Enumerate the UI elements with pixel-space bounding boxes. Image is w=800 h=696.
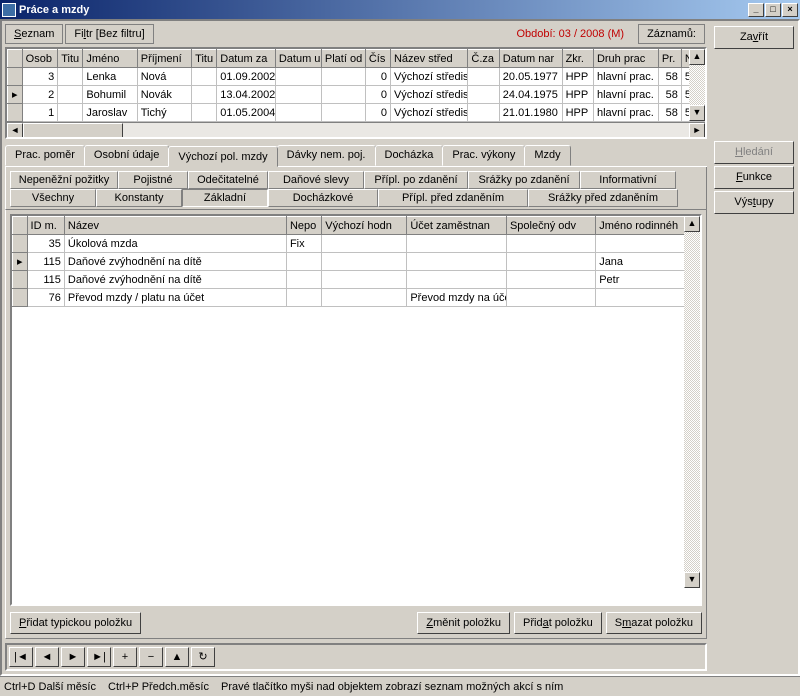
subtab-danove-slevy[interactable]: Daňové slevy	[268, 171, 364, 189]
col-spolecny-odv[interactable]: Společný odv	[506, 217, 595, 235]
seznam-button[interactable]: Seznam	[5, 24, 63, 44]
status-hint-1: Ctrl+D Další měsíc	[4, 681, 96, 693]
table-header-row: Osob Titu Jméno Příjmení Titu Datum za D…	[8, 50, 705, 68]
subtab-pripl-pred-zdanenim[interactable]: Přípl. před zdaněním	[378, 189, 528, 207]
col-pr[interactable]: Pr.	[658, 50, 681, 68]
subtab-srazky-po-zdaneni[interactable]: Srážky po zdanění	[468, 171, 580, 189]
table-row[interactable]: 115 Daňové zvýhodnění na dítě Petr	[13, 271, 700, 289]
zaznamu-button[interactable]: Záznamů:	[638, 24, 705, 44]
nav-delete-button[interactable]: −	[139, 647, 163, 667]
col-datumnar[interactable]: Datum nar	[499, 50, 562, 68]
col-titu2[interactable]: Titu	[192, 50, 217, 68]
tab-vychozi-pol-mzdy[interactable]: Výchozí pol. mzdy	[168, 146, 277, 167]
table-row[interactable]: 1 Jaroslav Tichý 01.05.2004 0 Výchozí st…	[8, 104, 705, 122]
main-tabs: Prac. poměr Osobní údaje Výchozí pol. mz…	[5, 145, 707, 167]
table-row[interactable]: ▸ 2 Bohumil Novák 13.04.2002 0 Výchozí s…	[8, 86, 705, 104]
subtab-pojistne[interactable]: Pojistné	[118, 171, 188, 189]
funkce-button[interactable]: Funkce	[714, 166, 794, 189]
app-icon	[2, 3, 16, 17]
subtab-informativni[interactable]: Informativní	[580, 171, 676, 189]
horizontal-scrollbar[interactable]: ◄ ►	[7, 122, 705, 138]
col-osob[interactable]: Osob	[22, 50, 58, 68]
pridat-polozku-button[interactable]: Přidat položku	[514, 612, 602, 634]
nav-edit-button[interactable]: ▲	[165, 647, 189, 667]
tab-prac-pomer[interactable]: Prac. poměr	[5, 145, 85, 166]
record-navigator: |◄ ◄ ► ►| + − ▲ ↻	[5, 643, 707, 671]
col-vychozi-hodn[interactable]: Výchozí hodn	[322, 217, 407, 235]
status-hint-3: Pravé tlačítko myši nad objektem zobrazí…	[221, 681, 563, 693]
scroll-down-icon[interactable]: ▼	[684, 572, 700, 588]
scroll-thumb[interactable]	[23, 123, 123, 138]
nav-next-button[interactable]: ►	[61, 647, 85, 667]
col-datumu[interactable]: Datum u	[275, 50, 321, 68]
col-cis[interactable]: Čís	[365, 50, 390, 68]
pridat-typickou-button[interactable]: Přidat typickou položku	[10, 612, 141, 634]
subtab-nepenezni[interactable]: Nepeněžní požitky	[10, 171, 118, 189]
title-bar: Práce a mzdy _ □ ×	[0, 0, 800, 19]
hledani-button[interactable]: Hledání	[714, 141, 794, 164]
tab-davky-nem-poj[interactable]: Dávky nem. poj.	[277, 145, 376, 166]
row-indicator-icon: ▸	[13, 253, 28, 271]
items-table[interactable]: ID m. Název Nepo Výchozí hodn Účet zaměs…	[10, 214, 702, 606]
category-tabs: Nepeněžní požitky Pojistné Odečitatelné …	[5, 167, 707, 210]
zmenit-polozku-button[interactable]: Změnit položku	[417, 612, 510, 634]
col-nazevstr[interactable]: Název střed	[390, 50, 467, 68]
col-ucet-zam[interactable]: Účet zaměstnan	[407, 217, 507, 235]
seznam-label: eznam	[21, 28, 54, 40]
subtab-pripl-po-zdaneni[interactable]: Přípl. po zdanění	[364, 171, 468, 189]
subtab-zakladni[interactable]: Základní	[182, 189, 268, 207]
period-label: Období: 03 / 2008 (M)	[502, 28, 638, 40]
employees-table[interactable]: Osob Titu Jméno Příjmení Titu Datum za D…	[5, 47, 707, 139]
scroll-up-icon[interactable]: ▲	[684, 216, 700, 232]
table-header-row: ID m. Název Nepo Výchozí hodn Účet zaměs…	[13, 217, 700, 235]
subtab-dochazkove[interactable]: Docházkové	[268, 189, 378, 207]
subtab-srazky-pred-zdanenim[interactable]: Srážky před zdaněním	[528, 189, 678, 207]
col-id[interactable]: ID m.	[27, 217, 64, 235]
table-row[interactable]: 3 Lenka Nová 01.09.2002 0 Výchozí středi…	[8, 68, 705, 86]
tab-mzdy[interactable]: Mzdy	[524, 145, 570, 166]
tab-osobni-udaje[interactable]: Osobní údaje	[84, 145, 169, 166]
col-nepo[interactable]: Nepo	[286, 217, 321, 235]
status-hint-2: Ctrl+P Předch.měsíc	[108, 681, 209, 693]
nav-prev-button[interactable]: ◄	[35, 647, 59, 667]
table-row[interactable]: 35 Úkolová mzda Fix	[13, 235, 700, 253]
nav-last-button[interactable]: ►|	[87, 647, 111, 667]
col-titu[interactable]: Titu	[58, 50, 83, 68]
scroll-right-icon[interactable]: ►	[689, 123, 705, 138]
vertical-scrollbar[interactable]: ▲ ▼	[689, 49, 705, 121]
table-row[interactable]: 76 Převod mzdy / platu na účet Převod mz…	[13, 289, 700, 307]
minimize-button[interactable]: _	[748, 3, 764, 17]
subtab-odecitatelne[interactable]: Odečitatelné	[188, 171, 268, 189]
col-datumza[interactable]: Datum za	[217, 50, 276, 68]
close-button[interactable]: ×	[782, 3, 798, 17]
filtr-button[interactable]: Filtr [Bez filtru]	[65, 24, 153, 44]
subtab-konstanty[interactable]: Konstanty	[96, 189, 182, 207]
scroll-up-icon[interactable]: ▲	[689, 49, 705, 65]
row-indicator-icon: ▸	[8, 86, 23, 104]
table-row[interactable]: ▸ 115 Daňové zvýhodnění na dítě Jana	[13, 253, 700, 271]
maximize-button[interactable]: □	[765, 3, 781, 17]
col-druh[interactable]: Druh prac	[593, 50, 658, 68]
tab-dochazka[interactable]: Docházka	[375, 145, 444, 166]
scroll-down-icon[interactable]: ▼	[689, 105, 705, 121]
window-title: Práce a mzdy	[19, 4, 748, 16]
vertical-scrollbar[interactable]: ▲ ▼	[684, 216, 700, 588]
smazat-polozku-button[interactable]: Smazat položku	[606, 612, 702, 634]
zavrit-button[interactable]: Zavřít	[714, 26, 794, 49]
vystupy-button[interactable]: Výstupy	[714, 191, 794, 214]
col-platiod[interactable]: Platí od	[321, 50, 365, 68]
tab-prac-vykony[interactable]: Prac. výkony	[442, 145, 525, 166]
nav-refresh-button[interactable]: ↻	[191, 647, 215, 667]
col-zkr[interactable]: Zkr.	[562, 50, 593, 68]
status-bar: Ctrl+D Další měsíc Ctrl+P Předch.měsíc P…	[0, 676, 800, 696]
scroll-left-icon[interactable]: ◄	[7, 123, 23, 138]
subtab-vsechny[interactable]: Všechny	[10, 189, 96, 207]
nav-first-button[interactable]: |◄	[9, 647, 33, 667]
side-buttons: Zavřít Hledání Funkce Výstupy	[710, 21, 798, 674]
nav-add-button[interactable]: +	[113, 647, 137, 667]
col-jmeno[interactable]: Jméno	[83, 50, 137, 68]
col-prijmeni[interactable]: Příjmení	[137, 50, 191, 68]
col-nazev[interactable]: Název	[64, 217, 286, 235]
col-cza[interactable]: Č.za	[468, 50, 499, 68]
